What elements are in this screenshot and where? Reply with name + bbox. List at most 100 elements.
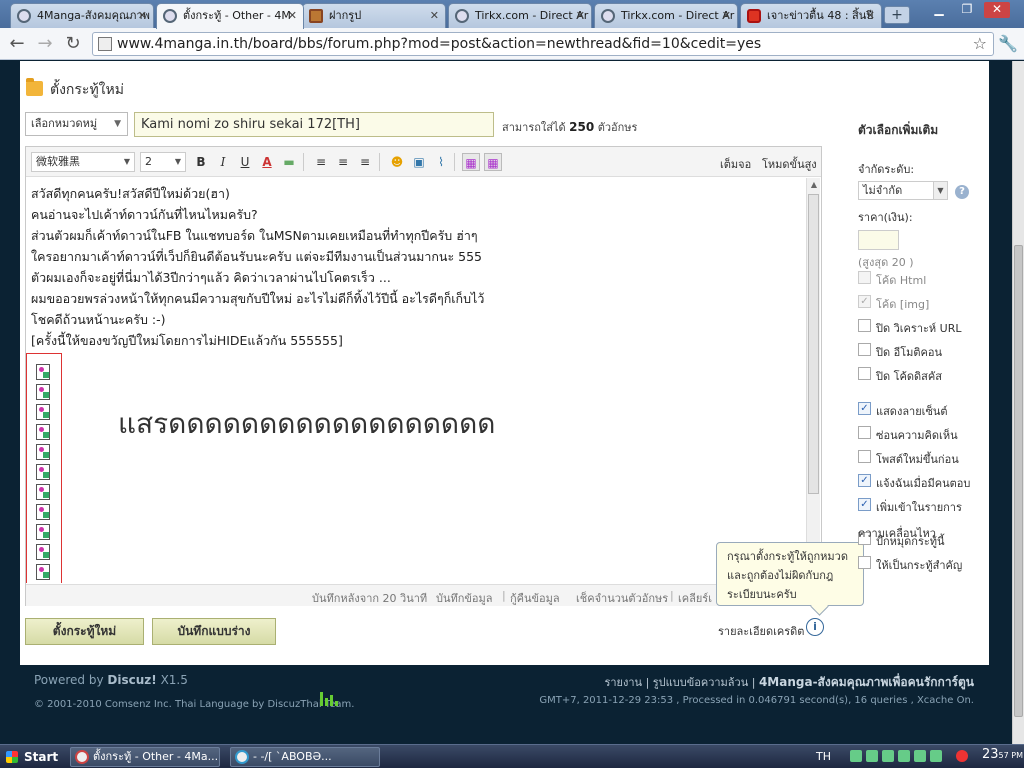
price-max-hint: (สูงสุด 20 ) <box>858 256 914 269</box>
clear-link[interactable]: เคลียร์เ <box>678 589 712 606</box>
browser-tab[interactable]: Tirkx.com - Direct Ar ✕ <box>594 3 738 28</box>
count-chars-link[interactable]: เช็คจำนวนตัวอักษร <box>576 589 668 606</box>
text-color-icon[interactable]: A <box>258 153 276 171</box>
checkbox-checked-icon[interactable]: ✓ <box>858 498 871 511</box>
image-icon[interactable]: ▣ <box>410 153 428 171</box>
restore-data-link[interactable]: กู้คืนข้อมูล <box>510 589 560 606</box>
source-mode-icon[interactable]: ▦ <box>462 153 480 171</box>
scrollbar-thumb[interactable] <box>808 194 819 494</box>
background-color-icon[interactable]: ▬ <box>280 153 298 171</box>
smiley-icon[interactable]: ☻ <box>388 153 406 171</box>
close-icon[interactable]: ✕ <box>288 4 297 27</box>
broken-image-icon[interactable] <box>36 424 50 440</box>
url-input[interactable] <box>117 35 957 53</box>
tray-volume-icon[interactable] <box>930 750 942 762</box>
stats-chart-icon[interactable] <box>320 692 338 706</box>
tray-network-icon[interactable] <box>850 750 862 762</box>
save-data-link[interactable]: บันทึกข้อมูล <box>436 589 493 606</box>
broken-image-icon[interactable] <box>36 484 50 500</box>
save-draft-button[interactable]: บันทึกแบบร่าง <box>152 618 276 645</box>
forward-arrow-icon[interactable]: → <box>34 33 56 55</box>
back-arrow-icon[interactable]: ← <box>6 33 28 55</box>
taskbar-clock[interactable]: 2357 PM <box>982 747 1023 762</box>
attachment-icon[interactable]: ⌇ <box>432 153 450 171</box>
tray-network-icon[interactable] <box>866 750 878 762</box>
close-icon[interactable]: ✕ <box>866 4 875 27</box>
tray-network-icon[interactable] <box>882 750 894 762</box>
editor-content[interactable]: สวัสดีทุกคนครับ!สวัสดีปีใหม่ด้วย(ฮา) คนอ… <box>26 178 806 583</box>
broken-image-icon[interactable] <box>36 444 50 460</box>
text-mode-link[interactable]: รูปแบบข้อความล้วน <box>653 676 748 689</box>
underline-icon[interactable]: U <box>236 153 254 171</box>
checkbox-icon[interactable] <box>858 426 871 439</box>
scrollbar-thumb[interactable] <box>1014 245 1023 717</box>
bold-icon[interactable]: B <box>192 153 210 171</box>
browser-tab[interactable]: เจาะข่าวตื้น 48 : สิ้นปี ✕ <box>740 3 882 28</box>
close-icon[interactable]: ✕ <box>576 4 585 27</box>
align-right-icon[interactable]: ≡ <box>356 153 374 171</box>
new-tab-button[interactable]: + <box>884 6 910 24</box>
broken-image-icon[interactable] <box>36 404 50 420</box>
bookmark-star-icon[interactable]: ☆ <box>973 34 987 53</box>
browser-tab[interactable]: 4Manga-สังคมคุณภาพ ✕ <box>10 3 154 28</box>
checkbox-icon[interactable] <box>858 319 871 332</box>
info-icon[interactable]: i <box>806 618 824 636</box>
price-input[interactable] <box>858 230 899 250</box>
checkbox-icon[interactable] <box>858 450 871 463</box>
clock-ampm: PM <box>1011 751 1024 760</box>
credit-detail-link[interactable]: รายละเอียดเครดิต <box>718 622 804 640</box>
checkbox-checked-icon[interactable]: ✓ <box>858 402 871 415</box>
close-icon[interactable]: ✕ <box>430 4 439 27</box>
checkbox-icon[interactable] <box>858 367 871 380</box>
tray-network-icon[interactable] <box>914 750 926 762</box>
taskbar-item-messenger[interactable]: - -/[ `ABOBƏ... <box>230 747 380 767</box>
category-select[interactable]: เลือกหมวดหมู่ ▼ <box>25 112 128 136</box>
minimize-icon[interactable]: ▁ <box>926 2 952 18</box>
broken-image-icon[interactable] <box>36 464 50 480</box>
wysiwyg-mode-icon[interactable]: ▦ <box>484 153 502 171</box>
browser-tab[interactable]: ฝากรูป ✕ <box>302 3 446 28</box>
discuz-link[interactable]: Discuz! <box>107 673 156 687</box>
address-bar[interactable]: ☆ <box>92 32 994 56</box>
reload-icon[interactable]: ↻ <box>62 33 84 55</box>
start-button[interactable]: Start <box>2 747 60 767</box>
align-left-icon[interactable]: ≡ <box>312 153 330 171</box>
site-name-link[interactable]: 4Manga-สังคมคุณภาพเพื่อคนรักการ์ตูน <box>759 675 974 689</box>
wrench-icon[interactable]: 🔧 <box>998 34 1018 53</box>
subject-input[interactable] <box>134 112 494 137</box>
broken-image-icon[interactable] <box>36 384 50 400</box>
browser-tab-active[interactable]: ตั้งกระทู้ - Other - 4M ✕ <box>156 3 304 29</box>
browser-tab[interactable]: Tirkx.com - Direct Ar ✕ <box>448 3 592 28</box>
language-indicator[interactable]: TH <box>816 750 831 763</box>
checkbox-icon[interactable] <box>858 343 871 356</box>
close-icon[interactable]: ✕ <box>722 4 731 27</box>
broken-image-icon[interactable] <box>36 504 50 520</box>
scroll-up-icon[interactable]: ▲ <box>807 178 821 192</box>
fullscreen-button[interactable]: เต็มจอ <box>720 155 751 173</box>
checkbox-checked-icon[interactable]: ✓ <box>858 474 871 487</box>
checkbox-icon[interactable] <box>858 556 871 569</box>
restrict-select[interactable]: ไม่จำกัด ▼ <box>858 181 948 200</box>
align-center-icon[interactable]: ≡ <box>334 153 352 171</box>
restore-icon[interactable]: ❐ <box>954 2 980 18</box>
close-window-icon[interactable]: ✕ <box>984 2 1010 18</box>
broken-image-icon[interactable] <box>36 544 50 560</box>
broken-image-icon[interactable] <box>36 364 50 380</box>
report-link[interactable]: รายงาน <box>604 676 642 689</box>
powered-version: X1.5 <box>160 673 188 687</box>
advanced-mode-button[interactable]: โหมดขั้นสูง <box>762 155 817 173</box>
help-icon[interactable]: ? <box>955 185 969 199</box>
page-icon <box>98 37 112 51</box>
page-scrollbar[interactable] <box>1012 61 1024 745</box>
broken-image-icon[interactable] <box>36 564 50 580</box>
tray-network-icon[interactable] <box>898 750 910 762</box>
broken-image-icon[interactable] <box>36 524 50 540</box>
italic-icon[interactable]: I <box>214 153 232 171</box>
font-family-select[interactable]: 微软雅黑 ▼ <box>31 152 135 172</box>
taskbar-item-chrome[interactable]: ตั้งกระทู้ - Other - 4Ma... <box>70 747 220 767</box>
editor-scrollbar[interactable]: ▲ ▼ <box>806 178 820 583</box>
close-icon[interactable]: ✕ <box>138 4 147 27</box>
tray-warning-icon[interactable] <box>956 750 968 762</box>
font-size-select[interactable]: 2 ▼ <box>140 152 186 172</box>
submit-thread-button[interactable]: ตั้งกระทู้ใหม่ <box>25 618 144 645</box>
